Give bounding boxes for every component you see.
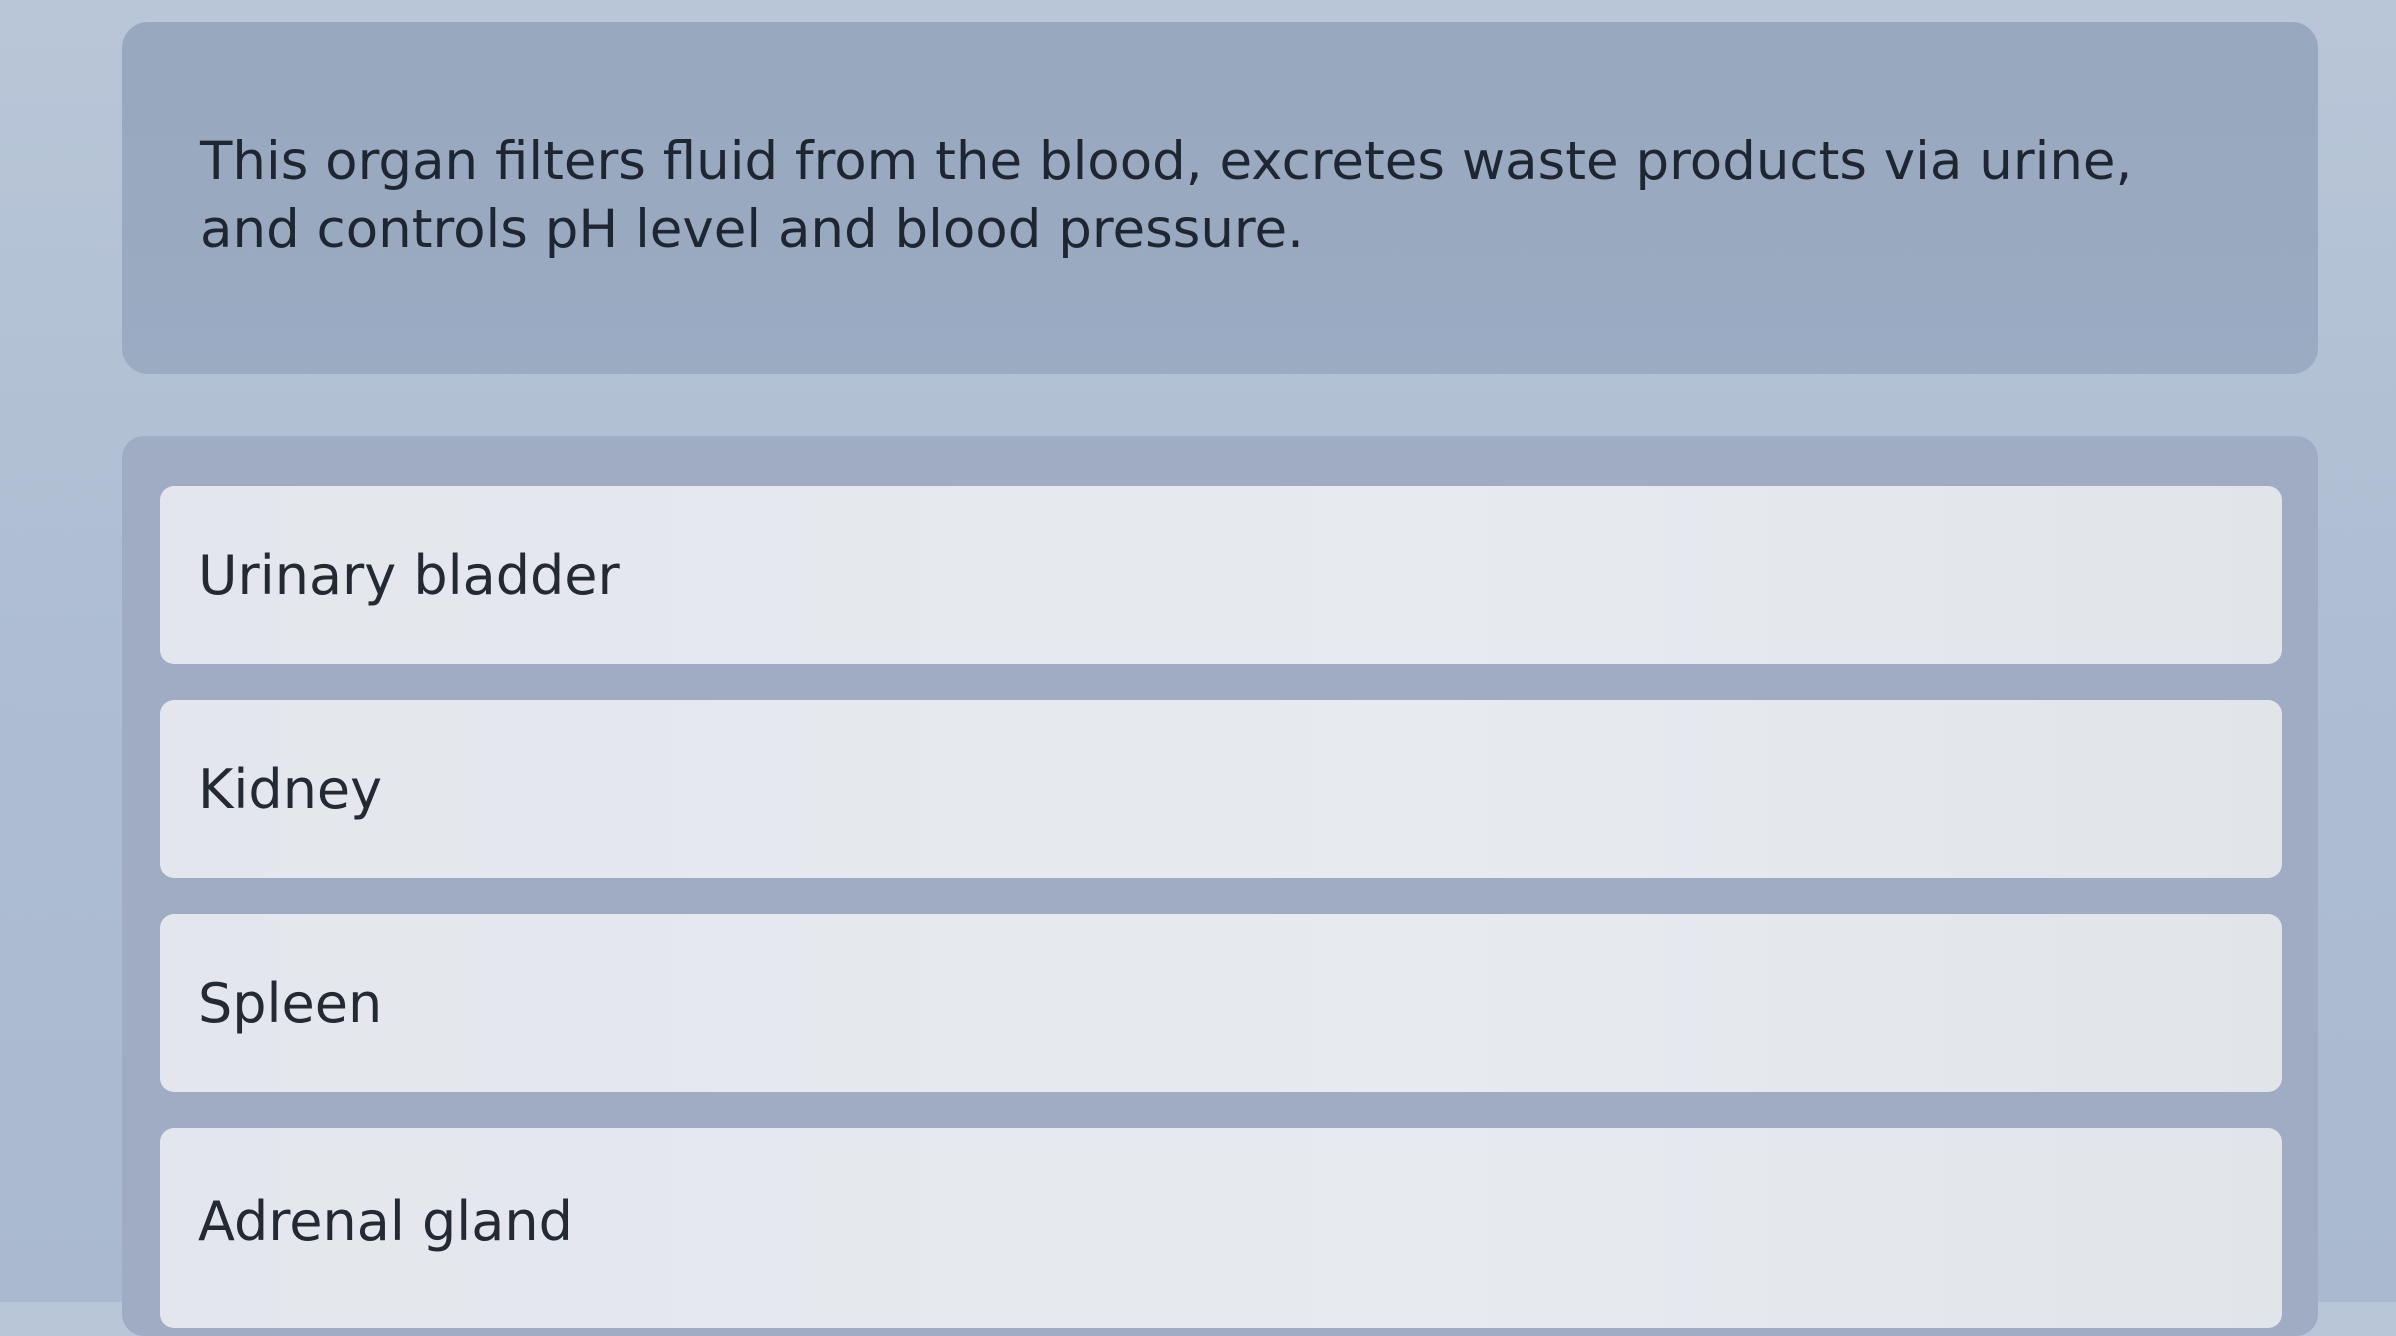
answer-option-adrenal-gland[interactable]: Adrenal gland — [160, 1128, 2282, 1328]
answer-option-kidney[interactable]: Kidney — [160, 700, 2282, 878]
answer-option-spleen[interactable]: Spleen — [160, 914, 2282, 1092]
answer-option-label: Urinary bladder — [198, 543, 620, 607]
answer-option-urinary-bladder[interactable]: Urinary bladder — [160, 486, 2282, 664]
answer-option-label: Adrenal gland — [198, 1190, 573, 1253]
answer-option-label: Kidney — [198, 757, 383, 821]
answer-option-label: Spleen — [198, 971, 383, 1035]
question-card: This organ filters fluid from the blood,… — [122, 22, 2318, 374]
question-text: This organ filters fluid from the blood,… — [200, 131, 2133, 260]
